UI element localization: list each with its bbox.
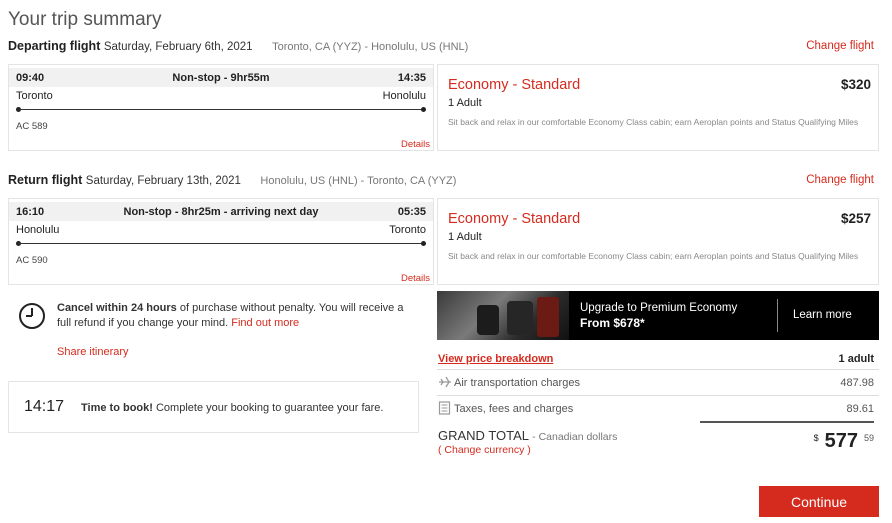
grand-total-label: GRAND TOTAL [438, 428, 529, 443]
page-title: Your trip summary [8, 9, 162, 30]
departing-flight-number: AC 589 [16, 121, 48, 132]
route-end-dot [421, 241, 426, 246]
return-fare-price: $257 [840, 211, 871, 226]
return-route: Honolulu, US (HNL) - Toronto, CA (YYZ) [260, 175, 457, 187]
return-flight-card: 16:10 Non-stop - 8hr25m - arriving next … [8, 198, 434, 285]
departing-flight-card: 09:40 Non-stop - 9hr55m 14:35 Toronto Ho… [8, 64, 434, 151]
share-itinerary-link[interactable]: Share itinerary [57, 346, 129, 358]
departing-stops: Non-stop - 9hr55m [172, 71, 270, 84]
departing-date: Saturday, February 6th, 2021 [103, 41, 253, 53]
air-charges-label: Air transportation charges [454, 377, 580, 389]
view-price-breakdown-link[interactable]: View price breakdown [438, 353, 553, 365]
timer-text: Complete your booking to guarantee your … [152, 402, 384, 414]
return-fare-description: Sit back and relax in our comfortable Ec… [448, 251, 859, 261]
air-charges-amount: 487.98 [840, 377, 874, 389]
currency-symbol: $ [813, 433, 819, 443]
departing-destination: Honolulu [382, 90, 426, 102]
booking-timer-message: Time to book! Complete your booking to g… [81, 402, 383, 414]
return-fare-card[interactable]: Economy - Standard $257 1 Adult Sit back… [437, 198, 879, 285]
return-origin: Honolulu [16, 224, 60, 236]
route-end-dot [421, 107, 426, 112]
grand-total: GRAND TOTAL - Canadian dollars [438, 428, 617, 443]
return-date: Saturday, February 13th, 2021 [85, 175, 241, 187]
cancel-policy-bold: Cancel within 24 hours [57, 302, 177, 314]
departing-arr-time: 14:35 [397, 71, 426, 84]
cabin-image [437, 291, 569, 340]
departing-time-strip: 09:40 Non-stop - 9hr55m 14:35 [9, 68, 433, 87]
upsell-title: Upgrade to Premium Economy [580, 302, 738, 314]
departing-route-line [16, 107, 426, 113]
return-heading: Return flight Saturday, February 13th, 2… [8, 173, 456, 187]
receipt-icon [438, 400, 454, 418]
paren-close: ) [524, 444, 531, 456]
departing-fare-passengers: 1 Adult [448, 97, 482, 109]
booking-timer-box: 14:17 Time to book! Complete your bookin… [8, 381, 419, 433]
total-cents: 59 [863, 433, 874, 443]
return-dep-time: 16:10 [16, 205, 45, 218]
return-destination: Toronto [389, 224, 426, 236]
breakdown-row-taxes: Taxes, fees and charges 89.61 [438, 400, 874, 418]
booking-timer: 14:17 [24, 398, 65, 415]
change-return-flight-link[interactable]: Change flight [806, 174, 874, 186]
return-route-line [16, 241, 426, 247]
breakdown-row-air: Air transportation charges 487.98 [438, 374, 874, 392]
departing-origin: Toronto [16, 90, 53, 102]
return-fare-name: Economy - Standard [448, 211, 581, 227]
departing-dep-time: 09:40 [16, 71, 45, 84]
departing-fare-card[interactable]: Economy - Standard $320 1 Adult Sit back… [437, 64, 879, 151]
total-whole: 577 [824, 430, 858, 452]
departing-fare-price: $320 [840, 77, 871, 92]
currency-label: - Canadian dollars [532, 431, 618, 443]
upsell-price: From $678* [580, 316, 645, 330]
departing-fare-name: Economy - Standard [448, 77, 581, 93]
cancel-policy-text: Cancel within 24 hours of purchase witho… [57, 301, 417, 331]
find-out-more-link[interactable]: Find out more [231, 317, 299, 329]
return-time-strip: 16:10 Non-stop - 8hr25m - arriving next … [9, 202, 433, 221]
plane-icon [438, 375, 454, 392]
breakdown-pax: 1 adult [838, 353, 874, 365]
return-arr-time: 05:35 [397, 205, 426, 218]
return-stops: Non-stop - 8hr25m - arriving next day [123, 205, 319, 218]
clock-icon [18, 302, 46, 330]
departing-fare-description: Sit back and relax in our comfortable Ec… [448, 117, 859, 127]
premium-economy-upsell[interactable]: Upgrade to Premium Economy From $678* Le… [437, 291, 879, 340]
timer-bold: Time to book! [81, 402, 153, 414]
total-amount: $ 577 59 [814, 430, 874, 453]
return-details-link[interactable]: Details [401, 273, 430, 284]
change-currency: ( Change currency ) [438, 444, 531, 456]
return-label: Return flight [8, 173, 83, 187]
return-fare-passengers: 1 Adult [448, 231, 482, 243]
return-flight-number: AC 590 [16, 255, 48, 266]
departing-route: Toronto, CA (YYZ) - Honolulu, US (HNL) [272, 41, 469, 53]
learn-more-button[interactable]: Learn more [793, 309, 852, 321]
continue-button[interactable]: Continue [759, 486, 879, 517]
departing-details-link[interactable]: Details [401, 139, 430, 150]
departing-label: Departing flight [8, 39, 101, 53]
change-currency-link[interactable]: Change currency [444, 444, 524, 456]
departing-heading: Departing flight Saturday, February 6th,… [8, 39, 468, 53]
change-departing-flight-link[interactable]: Change flight [806, 40, 874, 52]
taxes-amount: 89.61 [846, 403, 874, 415]
taxes-label: Taxes, fees and charges [454, 403, 574, 415]
